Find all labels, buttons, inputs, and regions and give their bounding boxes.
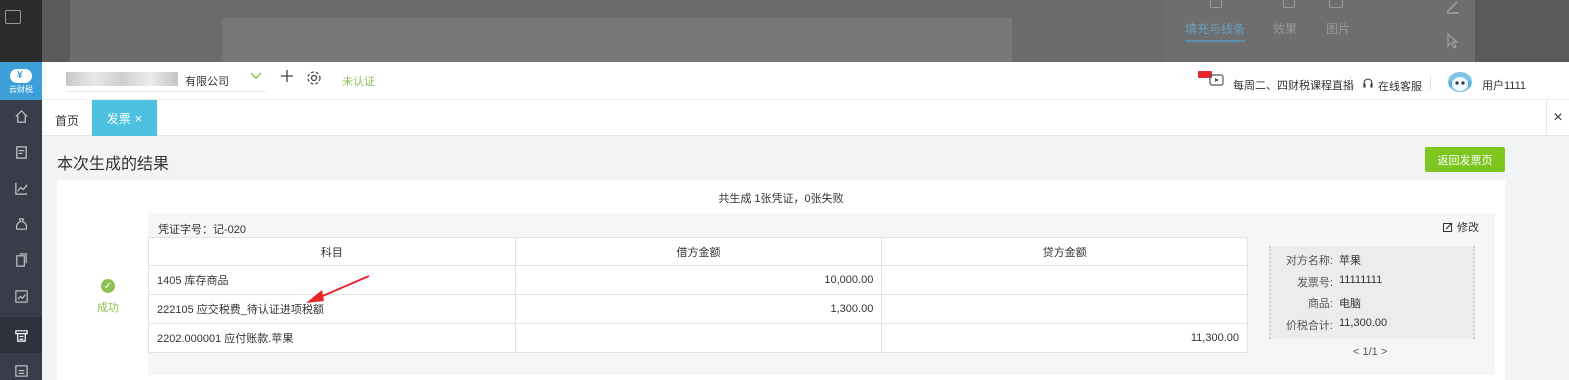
gear-icon[interactable] [306, 70, 322, 86]
tab-invoice-label: 发票 [106, 111, 131, 126]
invoice-pager[interactable]: < 1/1 > [1353, 346, 1387, 358]
voucher-card: 凭证字号：记-020 修改 科目 借方金额 贷方金额 1405 库存商品 10,… [148, 213, 1495, 375]
avatar[interactable] [1447, 71, 1473, 93]
settings-panel-icon[interactable] [11, 360, 31, 380]
invoice-info-card: 对方名称: 苹果 发票号: 11111111 商品: 电脑 价税合计: 11,3… [1269, 246, 1475, 339]
entry-credit [881, 265, 1248, 295]
entry-subject: 1405 库存商品 [148, 265, 516, 295]
info-key: 对方名称: [1285, 255, 1333, 267]
info-row-counterparty: 对方名称: 苹果 [1271, 252, 1471, 268]
company-selector[interactable]: 有限公司 [185, 73, 229, 89]
edit-button[interactable]: 修改 [1443, 219, 1479, 235]
info-row-total: 价税合计: 11,300.00 [1271, 317, 1471, 333]
background-cursor-icon [1447, 33, 1459, 49]
top-header: 有限公司 未认证 每周二、四财税课程直播 在线客服 用户1111 [42, 62, 1569, 100]
entry-debit: 1,300.00 [514, 294, 883, 324]
background-fill-icon [1210, 0, 1222, 8]
background-tab-fill-line: 填充与线条 [1185, 20, 1246, 42]
company-selector-underline [66, 91, 266, 92]
report-icon[interactable] [11, 286, 31, 306]
company-name-redacted [66, 72, 178, 86]
home-icon[interactable] [11, 106, 31, 126]
tab-home[interactable]: 首页 [55, 112, 79, 129]
back-to-invoice-button[interactable]: 返回发票页 [1425, 147, 1505, 172]
documents-icon[interactable] [11, 250, 31, 270]
info-key: 发票号: [1296, 277, 1333, 289]
close-icon[interactable]: × [135, 111, 143, 126]
app-logo[interactable]: ¥ 云财税 [0, 62, 42, 100]
entry-credit [881, 294, 1248, 324]
entry-credit: 11,300.00 [881, 323, 1248, 353]
edit-icon [1443, 222, 1453, 232]
headset-icon[interactable] [1362, 77, 1374, 89]
money-bag-icon[interactable] [11, 214, 31, 234]
background-overlay: 填充与线条 效果 图片 [0, 0, 1569, 62]
column-header-debit: 借方金额 [514, 237, 883, 266]
header-divider [1350, 76, 1351, 90]
info-value: 11111111 [1339, 274, 1383, 286]
header-divider [1430, 76, 1431, 90]
add-company-icon[interactable] [280, 68, 294, 86]
entry-subject: 222105 应交税费_待认证进项税额 [148, 294, 516, 324]
voucher-entries-table: 科目 借方金额 贷方金额 1405 库存商品 10,000.00 222105 … [148, 237, 1248, 353]
background-tab-effects: 效果 [1273, 22, 1298, 36]
column-header-subject: 科目 [148, 237, 516, 266]
table-row: 1405 库存商品 10,000.00 [148, 265, 1248, 295]
background-pen-icon [1446, 1, 1459, 14]
status-label: 成功 [97, 302, 119, 314]
live-class-link[interactable]: 每周二、四财税课程直播 [1233, 77, 1354, 93]
edit-label: 修改 [1457, 222, 1479, 234]
entry-subject: 2202.000001 应付账款.苹果 [148, 323, 516, 353]
username[interactable]: 用户1111 [1482, 77, 1526, 93]
check-icon: ✓ [101, 279, 115, 293]
table-row: 2202.000001 应付账款.苹果 11,300.00 [148, 323, 1248, 353]
tab-invoice[interactable]: 发票 × [92, 100, 157, 136]
page-title: 本次生成的结果 [57, 156, 170, 173]
info-value: 电脑 [1339, 298, 1361, 310]
info-key: 价税合计: [1285, 320, 1333, 332]
certification-status[interactable]: 未认证 [342, 73, 375, 89]
entry-debit [514, 323, 883, 353]
background-canvas [222, 18, 1012, 62]
generation-summary: 共生成 1张凭证，0张失败 [718, 193, 844, 205]
close-all-tabs-icon[interactable]: × [1546, 100, 1569, 136]
chart-icon[interactable] [11, 178, 31, 198]
table-row: 222105 应交税费_待认证进项税额 1,300.00 [148, 294, 1248, 324]
background-card-icon [5, 10, 21, 24]
sidebar: ¥ 云财税 [0, 62, 42, 380]
table-header-row: 科目 借方金额 贷方金额 [148, 237, 1248, 266]
live-class-icon[interactable] [1198, 71, 1226, 87]
column-header-credit: 贷方金额 [881, 237, 1248, 266]
info-value: 11,300.00 [1339, 317, 1388, 329]
invoice-icon[interactable] [11, 325, 31, 345]
info-row-invoice-no: 发票号: 11111111 [1271, 274, 1471, 290]
background-effect-icon [1283, 0, 1295, 8]
info-value: 苹果 [1339, 255, 1361, 267]
info-row-goods: 商品: 电脑 [1271, 295, 1471, 311]
online-service-link[interactable]: 在线客服 [1378, 78, 1422, 94]
voucher-icon[interactable] [11, 142, 31, 162]
background-tab-picture: 图片 [1326, 22, 1351, 36]
info-key: 商品: [1307, 298, 1333, 310]
entry-debit: 10,000.00 [514, 265, 883, 295]
voucher-number: 凭证字号：记-020 [158, 224, 247, 236]
chevron-down-icon[interactable] [250, 70, 262, 84]
background-picture-icon [1329, 0, 1343, 8]
tab-bar: 首页 发票 × × [42, 100, 1569, 136]
